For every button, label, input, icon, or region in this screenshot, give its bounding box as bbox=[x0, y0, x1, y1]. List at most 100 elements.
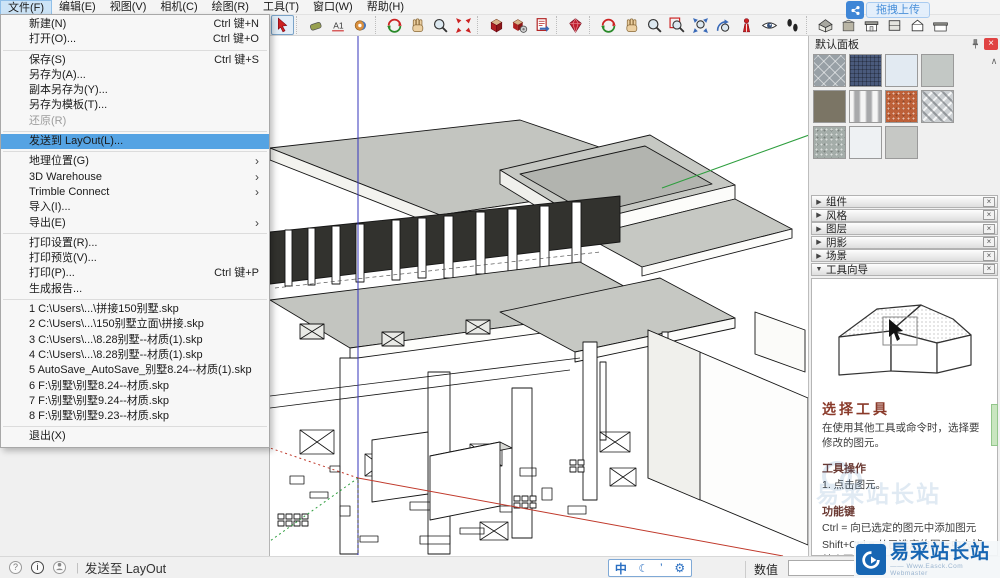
warehouse-model-button[interactable] bbox=[485, 15, 508, 35]
zoom-button-2[interactable] bbox=[643, 15, 666, 35]
material-swatch[interactable] bbox=[885, 90, 918, 123]
pan-button-2[interactable] bbox=[620, 15, 643, 35]
zoom-extents-button-2[interactable] bbox=[689, 15, 712, 35]
menu-item-exit[interactable]: 退出(X) bbox=[1, 429, 269, 444]
section-components[interactable]: ▶组件× bbox=[811, 195, 998, 208]
menu-camera[interactable]: 相机(C) bbox=[153, 0, 204, 15]
section-instructor[interactable]: ▼工具向导× bbox=[811, 263, 998, 276]
menu-draw[interactable]: 绘图(R) bbox=[205, 0, 256, 15]
menu-item-generate-report[interactable]: 生成报告... bbox=[1, 282, 269, 297]
menu-separator bbox=[3, 50, 267, 51]
zoom-button[interactable] bbox=[429, 15, 452, 35]
close-icon[interactable]: × bbox=[983, 224, 995, 234]
menu-item-recent-5[interactable]: 5 AutoSave_AutoSave_别墅8.24--材质(1).skp bbox=[1, 363, 269, 378]
menu-item-new[interactable]: 新建(N)Ctrl 键+N bbox=[1, 17, 269, 32]
materials-palette: ∧ bbox=[809, 52, 1000, 194]
material-swatch[interactable] bbox=[849, 54, 882, 87]
help-circle-icon[interactable]: ? bbox=[9, 561, 22, 574]
material-swatch[interactable] bbox=[813, 90, 846, 123]
menu-item-trimble-connect[interactable]: Trimble Connect› bbox=[1, 185, 269, 200]
menu-file[interactable]: 文件(F) bbox=[0, 0, 52, 15]
close-icon[interactable]: × bbox=[983, 237, 995, 247]
material-swatch[interactable] bbox=[849, 90, 882, 123]
menu-item-recent-7[interactable]: 7 F:\别墅\别墅9.24--材质.skp bbox=[1, 394, 269, 409]
scroll-up-icon[interactable]: ∧ bbox=[989, 56, 999, 67]
close-icon[interactable]: × bbox=[983, 210, 995, 220]
menu-item-recent-4[interactable]: 4 C:\Users\...\8.28别墅--材质(1).skp bbox=[1, 348, 269, 363]
close-icon[interactable]: × bbox=[983, 251, 995, 261]
gear-icon[interactable]: ⚙ bbox=[674, 561, 685, 575]
menu-tools[interactable]: 工具(T) bbox=[256, 0, 306, 15]
material-swatch[interactable] bbox=[921, 54, 954, 87]
panel-scrollbar-thumb[interactable] bbox=[991, 404, 998, 446]
drag-upload-overlay[interactable]: 拖拽上传 bbox=[846, 1, 930, 19]
close-icon[interactable]: × bbox=[984, 38, 998, 50]
menu-item-print[interactable]: 打印(P)...Ctrl 键+P bbox=[1, 266, 269, 281]
section-shadows[interactable]: ▶阴影× bbox=[811, 236, 998, 249]
menu-item-recent-2[interactable]: 2 C:\Users\...\150别墅立面\拼接.skp bbox=[1, 317, 269, 332]
menu-item-3d-warehouse[interactable]: 3D Warehouse› bbox=[1, 170, 269, 185]
zoom-window-button[interactable] bbox=[666, 15, 689, 35]
ime-language-toggle[interactable]: 中 bbox=[615, 560, 627, 577]
menu-help[interactable]: 帮助(H) bbox=[360, 0, 411, 15]
info-circle-icon[interactable]: i bbox=[31, 561, 44, 574]
menu-item-print-preview[interactable]: 打印预览(V)... bbox=[1, 251, 269, 266]
menu-window[interactable]: 窗口(W) bbox=[306, 0, 360, 15]
drawing-canvas[interactable] bbox=[269, 36, 808, 556]
menu-item-recent-6[interactable]: 6 F:\别墅\别墅8.24--材质.skp bbox=[1, 379, 269, 394]
pan-button[interactable] bbox=[406, 15, 429, 35]
menu-item-save-copy-as[interactable]: 副本另存为(Y)... bbox=[1, 83, 269, 98]
view-iso-button[interactable] bbox=[814, 15, 837, 35]
menu-item-save[interactable]: 保存(S)Ctrl 键+S bbox=[1, 53, 269, 68]
status-hint: 发送至 LayOut bbox=[85, 558, 166, 577]
section-styles[interactable]: ▶风格× bbox=[811, 209, 998, 222]
default-tray-panel: 默认面板 × ∧ ▶组件× ▶风格× ▶图层× ▶阴影× ▶场景× ▼工具向导× bbox=[808, 36, 1000, 556]
view-right-button[interactable] bbox=[929, 15, 952, 35]
material-swatch[interactable] bbox=[849, 126, 882, 159]
walk-button[interactable] bbox=[781, 15, 804, 35]
measurements-input[interactable] bbox=[788, 560, 858, 576]
menu-item-geo-location[interactable]: 地理位置(G)› bbox=[1, 154, 269, 169]
zoom-previous-button[interactable] bbox=[712, 15, 735, 35]
styles-button[interactable] bbox=[350, 15, 373, 35]
warehouse-share-button[interactable] bbox=[508, 15, 531, 35]
drag-upload-label: 拖拽上传 bbox=[866, 2, 930, 18]
extension-gem-button[interactable] bbox=[564, 15, 587, 35]
look-around-button[interactable] bbox=[758, 15, 781, 35]
eraser-tool-button[interactable] bbox=[304, 15, 327, 35]
menu-view[interactable]: 视图(V) bbox=[103, 0, 154, 15]
material-swatch[interactable] bbox=[885, 126, 918, 159]
menu-edit[interactable]: 编辑(E) bbox=[52, 0, 103, 15]
menu-item-recent-3[interactable]: 3 C:\Users\...\8.28别墅--材质(1).skp bbox=[1, 333, 269, 348]
orbit-button[interactable] bbox=[383, 15, 406, 35]
menu-item-save-as[interactable]: 另存为(A)... bbox=[1, 68, 269, 83]
menu-item-revert[interactable]: 还原(R) bbox=[1, 114, 269, 129]
moon-icon[interactable]: ☾ bbox=[639, 562, 649, 575]
dimension-tool-button[interactable] bbox=[327, 15, 350, 35]
zoom-extents-button[interactable] bbox=[452, 15, 475, 35]
export-document-button[interactable] bbox=[531, 15, 554, 35]
menu-item-print-setup[interactable]: 打印设置(R)... bbox=[1, 236, 269, 251]
credit-person-icon[interactable] bbox=[53, 561, 66, 574]
section-scenes[interactable]: ▶场景× bbox=[811, 249, 998, 262]
material-swatch[interactable] bbox=[921, 90, 954, 123]
material-swatch[interactable] bbox=[813, 126, 846, 159]
menu-item-save-as-template[interactable]: 另存为模板(T)... bbox=[1, 98, 269, 113]
menu-item-import[interactable]: 导入(I)... bbox=[1, 200, 269, 215]
material-swatch[interactable] bbox=[813, 54, 846, 87]
orbit-button-2[interactable] bbox=[597, 15, 620, 35]
toolbar-separator bbox=[589, 16, 595, 34]
menu-item-open[interactable]: 打开(O)...Ctrl 键+O bbox=[1, 32, 269, 47]
close-icon[interactable]: × bbox=[983, 197, 995, 207]
section-layers[interactable]: ▶图层× bbox=[811, 222, 998, 235]
material-swatch[interactable] bbox=[885, 54, 918, 87]
menu-item-export[interactable]: 导出(E)› bbox=[1, 216, 269, 231]
menu-item-recent-8[interactable]: 8 F:\别墅\别墅9.23--材质.skp bbox=[1, 409, 269, 424]
menu-item-send-to-layout[interactable]: 发送到 LayOut(L)... bbox=[1, 134, 269, 149]
position-camera-button[interactable] bbox=[735, 15, 758, 35]
menu-item-recent-1[interactable]: 1 C:\Users\...\拼接150别墅.skp bbox=[1, 302, 269, 317]
pin-icon[interactable] bbox=[969, 38, 981, 50]
close-icon[interactable]: × bbox=[983, 264, 995, 274]
select-tool-button[interactable] bbox=[271, 15, 294, 35]
punctuation-toggle[interactable]: ’ bbox=[660, 561, 663, 575]
